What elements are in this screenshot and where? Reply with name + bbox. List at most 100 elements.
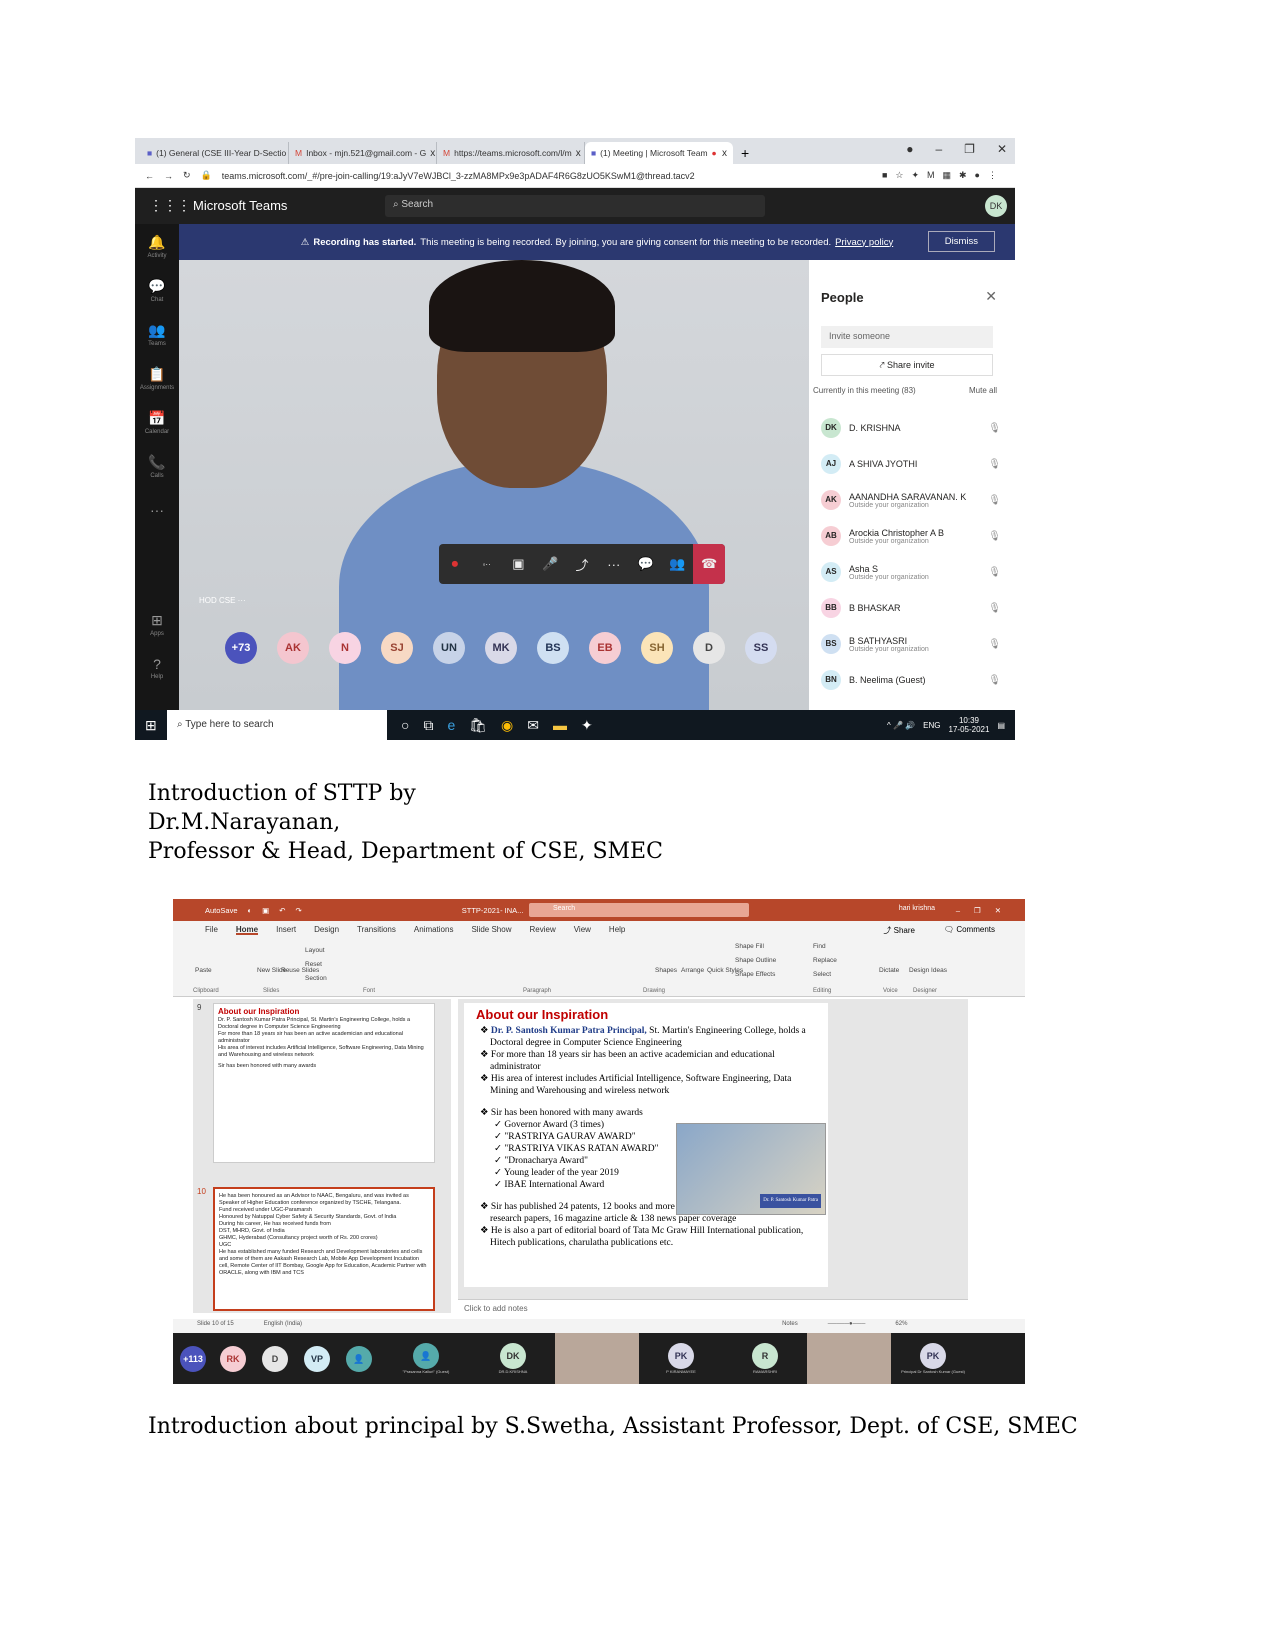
ribbon-button[interactable]: Design Ideas bbox=[909, 967, 947, 974]
ribbon-button[interactable]: Replace bbox=[813, 957, 837, 964]
participant-tile[interactable]: DK DR.D.KRISHNA bbox=[471, 1333, 555, 1384]
participant-avatar[interactable]: MK bbox=[485, 632, 517, 664]
zoom-level[interactable]: 62% bbox=[895, 1321, 907, 1331]
rail-item-assignments[interactable]: 📋 Assignments bbox=[135, 356, 179, 400]
participant-avatar[interactable]: +73 bbox=[225, 632, 257, 664]
tray-icons[interactable]: ^ 🎤 🔊 bbox=[887, 721, 915, 730]
ribbon-button[interactable]: Arrange bbox=[681, 967, 704, 974]
menu-tab[interactable]: File bbox=[205, 925, 218, 935]
participants-icon[interactable]: 👥 bbox=[661, 556, 693, 572]
participant-tile[interactable]: PK P KIRANMAYEE bbox=[639, 1333, 723, 1384]
participant-avatar[interactable]: SH bbox=[641, 632, 673, 664]
minimize-icon[interactable]: – bbox=[935, 142, 942, 156]
language-indicator[interactable]: English (India) bbox=[264, 1321, 302, 1331]
slide-canvas[interactable]: About our Inspiration ❖ Dr. P. Santosh K… bbox=[464, 1003, 828, 1287]
record-icon[interactable]: ⏺ bbox=[439, 556, 471, 572]
restore-icon[interactable]: ❐ bbox=[964, 142, 975, 156]
participant-tile[interactable]: 👤 bbox=[337, 1333, 381, 1384]
taskbar-search[interactable]: ⌕ Type here to search bbox=[167, 710, 387, 740]
menu-tab[interactable]: Review bbox=[529, 925, 555, 935]
edge-icon[interactable]: e bbox=[447, 717, 455, 734]
slide-thumbnail-selected[interactable]: He has been honoured as an Advisor to NA… bbox=[213, 1187, 435, 1311]
browser-tab[interactable]: ■(1) General (CSE III-Year D-Sectiox bbox=[141, 142, 289, 164]
mic-off-icon[interactable]: 🎙 bbox=[988, 423, 1001, 434]
share-button[interactable]: ⤴ Share bbox=[883, 925, 915, 936]
participant-avatar[interactable]: SJ bbox=[381, 632, 413, 664]
participant-row[interactable]: AK AANANDHA SARAVANAN. K Outside your orga… bbox=[821, 482, 1001, 518]
close-icon[interactable]: x bbox=[722, 148, 727, 159]
ribbon-button[interactable]: Section bbox=[305, 975, 327, 982]
mic-off-icon[interactable]: 🎙 bbox=[988, 603, 1001, 614]
participant-tile[interactable]: RK bbox=[213, 1333, 253, 1384]
menu-tab[interactable]: Design bbox=[314, 925, 339, 935]
participant-avatar[interactable]: EB bbox=[589, 632, 621, 664]
participant-row[interactable]: BS B SATHYASRI Outside your organization 🎙 bbox=[821, 626, 1001, 662]
rail-item-apps[interactable]: ⊞ Apps bbox=[135, 602, 179, 646]
app-icon[interactable]: ✦ bbox=[581, 717, 593, 734]
participant-avatar[interactable]: UN bbox=[433, 632, 465, 664]
participant-avatar[interactable]: D bbox=[693, 632, 725, 664]
menu-tab[interactable]: Slide Show bbox=[471, 925, 511, 935]
participant-row[interactable]: BN B. Neelima (Guest) 🎙 bbox=[821, 662, 1001, 698]
new-tab-button[interactable]: + bbox=[741, 145, 749, 161]
save-icon[interactable]: ▣ bbox=[262, 906, 269, 915]
close-window-icon[interactable]: ✕ bbox=[997, 142, 1007, 156]
reload-icon[interactable]: ↻ bbox=[183, 170, 191, 181]
search-input[interactable]: ⌕ Search bbox=[385, 195, 765, 217]
ribbon-button[interactable]: Reset bbox=[305, 961, 322, 968]
participant-video[interactable] bbox=[807, 1333, 891, 1384]
participant-avatar[interactable]: BS bbox=[537, 632, 569, 664]
mic-off-icon[interactable]: 🎙 bbox=[988, 675, 1001, 686]
language-indicator[interactable]: ENG bbox=[923, 721, 940, 730]
participant-avatar[interactable]: SS bbox=[745, 632, 777, 664]
share-screen-icon[interactable]: ⤴ bbox=[566, 555, 598, 574]
avatar[interactable]: DK bbox=[985, 195, 1007, 217]
cortana-icon[interactable]: ○ bbox=[401, 717, 409, 734]
participant-tile[interactable]: VP bbox=[297, 1333, 337, 1384]
close-icon[interactable]: x bbox=[576, 148, 581, 159]
participant-row[interactable]: AS Asha S Outside your organization 🎙 bbox=[821, 554, 1001, 590]
rail-item-help[interactable]: ? Help bbox=[135, 646, 179, 690]
ribbon-button[interactable]: Shape Fill bbox=[735, 943, 764, 950]
undo-icon[interactable]: ↶ bbox=[279, 906, 285, 915]
menu-tab[interactable]: Transitions bbox=[357, 925, 396, 935]
mail-icon[interactable]: ✉ bbox=[527, 717, 539, 734]
ribbon-button[interactable]: Shapes bbox=[655, 967, 677, 974]
participant-avatar[interactable]: N bbox=[329, 632, 361, 664]
rail-item-chat[interactable]: 💬 Chat bbox=[135, 268, 179, 312]
browser-tab[interactable]: Mhttps://teams.microsoft.com/l/m x bbox=[437, 142, 585, 164]
mic-off-icon[interactable]: 🎙 bbox=[988, 459, 1001, 470]
close-icon[interactable]: x bbox=[430, 148, 435, 159]
redo-icon[interactable]: ↷ bbox=[295, 906, 301, 915]
ribbon-button[interactable]: Dictate bbox=[879, 967, 899, 974]
hang-up-button[interactable]: ☎ bbox=[693, 544, 726, 584]
app-launcher-icon[interactable]: ⋮⋮⋮ bbox=[149, 197, 191, 214]
ribbon-button[interactable]: Reuse Slides bbox=[281, 967, 319, 974]
rail-item-calendar[interactable]: 📅 Calendar bbox=[135, 400, 179, 444]
menu-tab[interactable]: Help bbox=[609, 925, 625, 935]
ribbon-button[interactable]: Shape Outline bbox=[735, 957, 776, 964]
share-invite-button[interactable]: ⤤ Share invite bbox=[821, 354, 993, 376]
close-icon[interactable]: ✕ bbox=[985, 288, 997, 305]
rail-item-calls[interactable]: 📞 Calls bbox=[135, 444, 179, 488]
notes-button[interactable]: Notes bbox=[782, 1321, 798, 1331]
mic-off-icon[interactable]: 🎤 bbox=[534, 556, 566, 572]
participant-tile[interactable]: PK Principal Dr Santosh Kumar (Guest) bbox=[891, 1333, 975, 1384]
toggle-icon[interactable]: ◐ bbox=[248, 906, 253, 915]
browser-tab[interactable]: M Inbox - mjn.521@gmail.com - Gx bbox=[289, 142, 437, 164]
slide-thumbnail[interactable]: About our Inspiration Dr. P. Santosh Kum… bbox=[213, 1003, 435, 1163]
search-input[interactable]: Search bbox=[529, 903, 749, 917]
participant-avatar[interactable]: AK bbox=[277, 632, 309, 664]
participant-video[interactable] bbox=[555, 1333, 639, 1384]
more-actions-icon[interactable]: ··· bbox=[598, 557, 630, 572]
menu-tab[interactable]: View bbox=[574, 925, 591, 935]
folder-icon[interactable]: ▬ bbox=[553, 717, 567, 734]
current-count[interactable]: Currently in this meeting (83) bbox=[813, 386, 916, 395]
ribbon-button[interactable]: Paste bbox=[195, 967, 212, 974]
mute-all-button[interactable]: Mute all bbox=[969, 386, 997, 395]
participant-tile[interactable]: D bbox=[253, 1333, 297, 1384]
notes-pane[interactable]: Click to add notes bbox=[458, 1299, 968, 1319]
mic-off-icon[interactable]: 🎙 bbox=[988, 531, 1001, 542]
comments-button[interactable]: 🗨 Comments bbox=[944, 925, 995, 934]
mic-off-icon[interactable]: 🎙 bbox=[988, 639, 1001, 650]
